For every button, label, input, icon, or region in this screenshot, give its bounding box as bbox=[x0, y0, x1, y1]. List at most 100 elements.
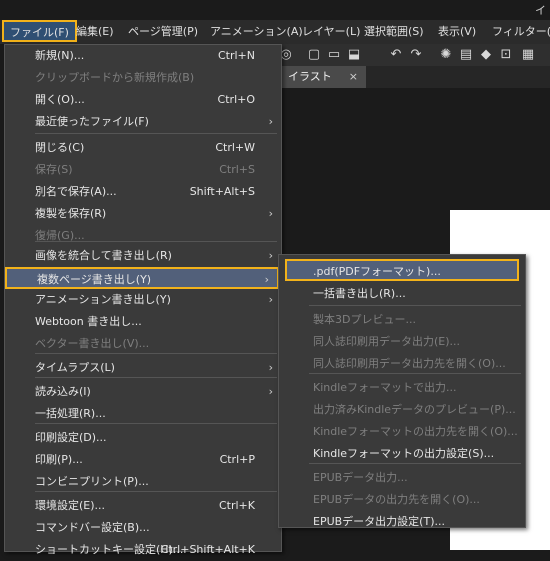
toolbar: ◎ ▢ ▭ ⬓ ↶ ↷ ✺ ▤ ◆ ⊡ ▦ bbox=[270, 44, 550, 67]
submenu-item[interactable]: EPUBデータの出力先を開く(O)... bbox=[279, 489, 525, 511]
submenu-item[interactable]: Kindleフォーマットの出力設定(S)... bbox=[279, 443, 525, 465]
menu-selection[interactable]: 選択範囲(S) bbox=[358, 20, 430, 44]
chevron-right-icon: › bbox=[268, 293, 273, 306]
file-menu-item[interactable]: コマンドバー設定(B)... bbox=[5, 517, 281, 539]
file-menu-item[interactable]: コンビニプリント(P)... bbox=[5, 471, 281, 493]
menu-item-label: 復帰(G)... bbox=[35, 229, 85, 242]
file-menu-item[interactable]: 印刷設定(D)... bbox=[5, 427, 281, 449]
file-menu-item[interactable]: 新規(N)... Ctrl+N bbox=[5, 45, 281, 67]
menu-item-label: Webtoon 書き出し... bbox=[35, 315, 142, 328]
file-menu-item[interactable]: アニメーション書き出し(Y) › bbox=[5, 289, 281, 311]
submenu-item[interactable]: 製本3Dプレビュー... bbox=[279, 309, 525, 331]
submenu-item[interactable]: Kindleフォーマットで出力... bbox=[279, 377, 525, 399]
file-menu-item[interactable]: 読み込み(I) › bbox=[5, 381, 281, 403]
menu-item-label: Kindleフォーマットで出力... bbox=[313, 381, 457, 394]
open-folder-icon[interactable]: ▭ bbox=[326, 47, 342, 63]
submenu-item[interactable]: .pdf(PDFフォーマット)... bbox=[285, 259, 519, 281]
menu-item-label: 出力済みKindleデータのプレビュー(P)... bbox=[313, 403, 516, 416]
submenu-item[interactable]: Kindleフォーマットの出力先を開く(O)... bbox=[279, 421, 525, 443]
file-menu-item[interactable]: 保存(S) Ctrl+S bbox=[5, 159, 281, 181]
submenu-item[interactable]: EPUBデータ出力設定(T)... bbox=[279, 511, 525, 533]
menu-item-shortcut: Ctrl+W bbox=[215, 141, 255, 154]
menu-item-label: 印刷(P)... bbox=[35, 453, 83, 466]
clear-icon[interactable]: ▤ bbox=[458, 47, 474, 63]
tab-title: イラスト bbox=[288, 70, 332, 83]
redo-icon[interactable]: ↷ bbox=[408, 47, 424, 63]
menu-view[interactable]: 表示(V) bbox=[432, 20, 482, 44]
submenu-item[interactable]: 同人誌印刷用データ出力(E)... bbox=[279, 331, 525, 353]
menu-layer[interactable]: レイヤー(L) bbox=[296, 20, 366, 44]
file-menu-item[interactable]: 環境設定(E)... Ctrl+K bbox=[5, 495, 281, 517]
multi-page-export-submenu: .pdf(PDFフォーマット)... 一括書き出し(R)... 製本3Dプレビュー.… bbox=[278, 254, 526, 528]
file-menu-item[interactable]: 一括処理(R)... bbox=[5, 403, 281, 425]
file-menu-item[interactable]: 印刷(P)... Ctrl+P bbox=[5, 449, 281, 471]
tab-illust[interactable]: イラスト × bbox=[270, 66, 366, 88]
menu-item-label: 新規(N)... bbox=[35, 49, 85, 62]
file-menu-item[interactable]: 開く(O)... Ctrl+O bbox=[5, 89, 281, 111]
file-menu-item[interactable]: タイムラプス(L) › bbox=[5, 357, 281, 379]
file-menu-item[interactable]: 最近使ったファイル(F) › bbox=[5, 111, 281, 133]
menu-item-label: 最近使ったファイル(F) bbox=[35, 115, 149, 128]
menu-edit[interactable]: 編集(E) bbox=[70, 20, 120, 44]
file-menu-item[interactable]: 閉じる(C) Ctrl+W bbox=[5, 137, 281, 159]
submenu-item[interactable]: 同人誌印刷用データ出力先を開く(O)... bbox=[279, 353, 525, 375]
file-menu-item[interactable]: 復帰(G)... bbox=[5, 225, 281, 247]
menu-item-label: 同人誌印刷用データ出力先を開く(O)... bbox=[313, 357, 506, 370]
save-icon[interactable]: ⬓ bbox=[346, 47, 362, 63]
chevron-right-icon: › bbox=[264, 273, 269, 286]
fill-icon[interactable]: ◆ bbox=[478, 47, 494, 63]
menu-item-label: 複製を保存(R) bbox=[35, 207, 107, 220]
menu-item-label: コマンドバー設定(B)... bbox=[35, 521, 150, 534]
menu-separator bbox=[309, 305, 521, 306]
transform-icon[interactable]: ⊡ bbox=[498, 47, 514, 63]
undo-icon[interactable]: ↶ bbox=[388, 47, 404, 63]
file-menu-item[interactable]: 複製を保存(R) › bbox=[5, 203, 281, 225]
submenu-item[interactable]: 出力済みKindleデータのプレビュー(P)... bbox=[279, 399, 525, 421]
file-menu-item[interactable]: クリップボードから新規作成(B) bbox=[5, 67, 281, 89]
tab-row: イラスト × bbox=[270, 66, 550, 88]
menu-file[interactable]: ファイル(F) bbox=[2, 20, 77, 42]
file-menu-item[interactable]: Webtoon 書き出し... bbox=[5, 311, 281, 333]
menu-item-label: Kindleフォーマットの出力設定(S)... bbox=[313, 447, 495, 460]
menu-item-label: EPUBデータの出力先を開く(O)... bbox=[313, 493, 480, 506]
menu-item-label: アニメーション書き出し(Y) bbox=[35, 293, 171, 306]
menu-item-shortcut: Ctrl+P bbox=[219, 453, 255, 466]
chevron-right-icon: › bbox=[268, 249, 273, 262]
menu-item-label: ベクター書き出し(V)... bbox=[35, 337, 150, 350]
menu-item-shortcut: Ctrl+Shift+Alt+K bbox=[160, 543, 255, 556]
menu-item-label: EPUBデータ出力... bbox=[313, 471, 408, 484]
menu-item-label: 画像を統合して書き出し(R) bbox=[35, 249, 172, 262]
menu-item-label: 環境設定(E)... bbox=[35, 499, 106, 512]
menu-page-management[interactable]: ページ管理(P) bbox=[122, 20, 204, 44]
menu-item-label: 印刷設定(D)... bbox=[35, 431, 107, 444]
file-menu-item[interactable]: ショートカットキー設定(H)... Ctrl+Shift+Alt+K bbox=[5, 539, 281, 561]
file-menu-item[interactable]: 別名で保存(A)... Shift+Alt+S bbox=[5, 181, 281, 203]
menu-item-shortcut: Ctrl+N bbox=[217, 49, 255, 62]
menu-separator bbox=[35, 133, 277, 134]
menu-item-shortcut: Ctrl+S bbox=[219, 163, 255, 176]
loading-icon[interactable]: ✺ bbox=[438, 47, 454, 63]
menu-item-label: コンビニプリント(P)... bbox=[35, 475, 149, 488]
close-icon[interactable]: × bbox=[349, 66, 358, 88]
menu-item-label: EPUBデータ出力設定(T)... bbox=[313, 515, 445, 528]
menu-item-label: Kindleフォーマットの出力先を開く(O)... bbox=[313, 425, 518, 438]
file-menu-item[interactable]: 複数ページ書き出し(Y) › bbox=[5, 267, 279, 289]
menu-item-label: 同人誌印刷用データ出力(E)... bbox=[313, 335, 461, 348]
menu-animation[interactable]: アニメーション(A) bbox=[204, 20, 309, 44]
submenu-item[interactable]: EPUBデータ出力... bbox=[279, 467, 525, 489]
menu-item-label: 一括書き出し(R)... bbox=[313, 287, 406, 300]
submenu-item[interactable]: 一括書き出し(R)... bbox=[279, 283, 525, 305]
menubar: ファイル(F) 編集(E) ページ管理(P) アニメーション(A) レイヤー(L… bbox=[0, 20, 550, 45]
chevron-right-icon: › bbox=[268, 207, 273, 220]
new-file-icon[interactable]: ▢ bbox=[306, 47, 322, 63]
menu-item-label: 複数ページ書き出し(Y) bbox=[37, 273, 152, 286]
menu-item-label: 閉じる(C) bbox=[35, 141, 85, 154]
chevron-right-icon: › bbox=[268, 115, 273, 128]
file-menu-item[interactable]: 画像を統合して書き出し(R) › bbox=[5, 245, 281, 267]
window-title: イ bbox=[535, 4, 546, 17]
menu-item-label: 製本3Dプレビュー... bbox=[313, 313, 416, 326]
menu-filter[interactable]: フィルター(I) bbox=[486, 20, 550, 44]
chevron-right-icon: › bbox=[268, 385, 273, 398]
file-menu-item[interactable]: ベクター書き出し(V)... bbox=[5, 333, 281, 355]
grid-icon[interactable]: ▦ bbox=[520, 47, 536, 63]
